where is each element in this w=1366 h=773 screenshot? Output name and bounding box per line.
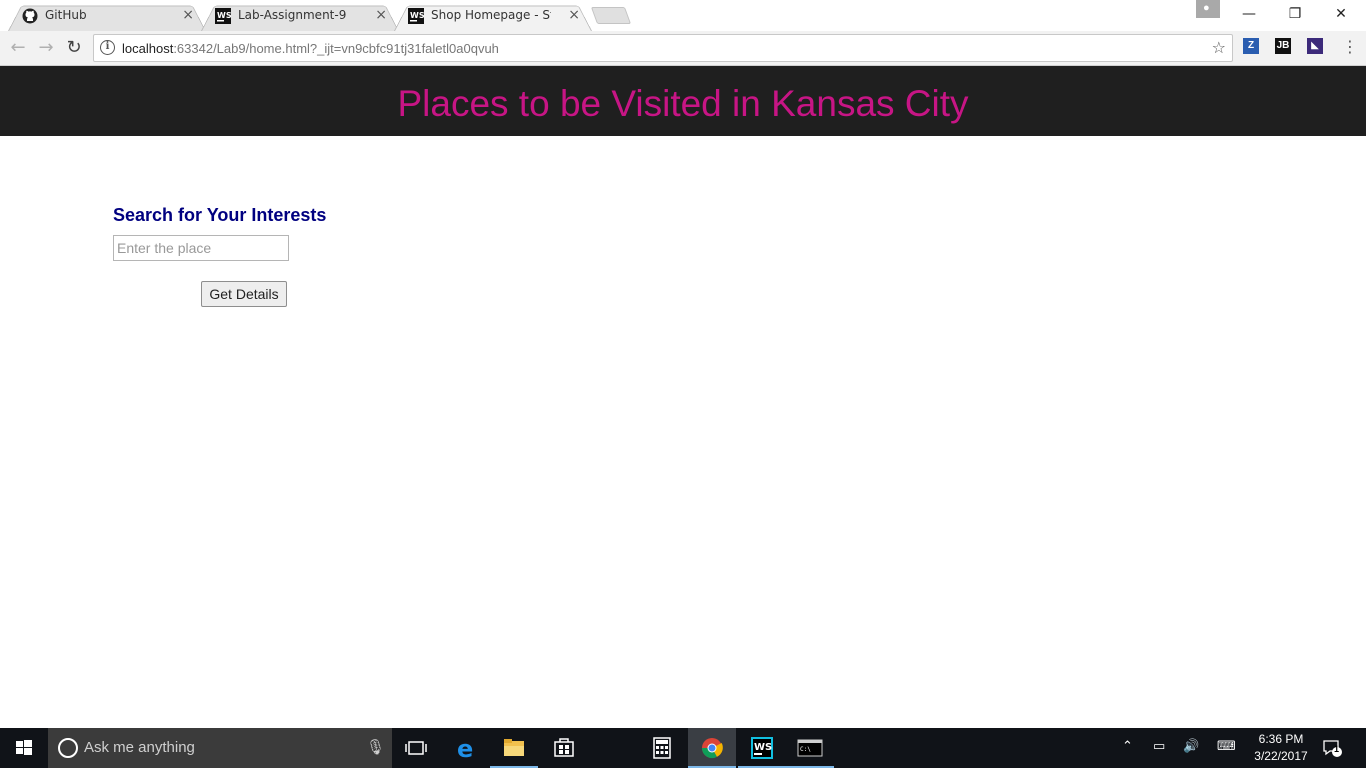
back-arrow-icon[interactable]: ←: [7, 37, 29, 59]
close-tab-icon[interactable]: ×: [182, 7, 194, 23]
extension-icon[interactable]: ◣: [1307, 38, 1323, 54]
folder-icon: [504, 739, 524, 756]
browser-toolbar: ← → ↻ i localhost:63342/Lab9/home.html?_…: [0, 31, 1366, 66]
tab-strip: GitHub × WS Lab-Assignment-9 × WS Shop H…: [0, 0, 1366, 32]
system-clock[interactable]: 6:36 PM 3/22/2017: [1250, 731, 1312, 765]
search-heading: Search for Your Interests: [113, 205, 327, 225]
chevron-up-icon[interactable]: ⌃: [1122, 739, 1133, 754]
chrome-icon: [701, 738, 723, 759]
jetbrains-extension-icon[interactable]: JB: [1275, 38, 1291, 54]
maximize-button[interactable]: ❐: [1272, 0, 1318, 30]
address-bar[interactable]: i localhost:63342/Lab9/home.html?_ijt=vn…: [93, 34, 1233, 62]
action-center-button[interactable]: 1: [1322, 738, 1342, 758]
clock-date: 3/22/2017: [1254, 749, 1308, 763]
close-tab-icon[interactable]: ×: [568, 7, 580, 23]
tab-lab-assignment[interactable]: WS Lab-Assignment-9 ×: [201, 1, 399, 32]
windows-icon: [16, 740, 32, 755]
place-search-input[interactable]: [113, 235, 289, 261]
svg-text:WS: WS: [410, 11, 424, 20]
minimize-button[interactable]: —: [1226, 0, 1272, 30]
page-header: Places to be Visited in Kansas City: [0, 66, 1366, 136]
svg-text:e: e: [457, 735, 473, 763]
store-icon: [554, 738, 574, 757]
svg-text:C:\: C:\: [800, 746, 811, 753]
menu-dots-icon[interactable]: ⋮: [1342, 37, 1358, 56]
terminal-icon: C:\: [797, 739, 823, 757]
zotero-extension-icon[interactable]: Z: [1243, 38, 1259, 54]
webstorm-button[interactable]: WS: [738, 728, 786, 768]
tab-shop-homepage[interactable]: WS Shop Homepage - Start B ×: [394, 1, 592, 32]
tab-title: Lab-Assignment-9: [238, 8, 347, 22]
store-button[interactable]: [540, 728, 588, 768]
info-icon[interactable]: i: [100, 40, 115, 55]
bookmark-star-icon[interactable]: ☆: [1212, 38, 1226, 57]
forward-arrow-icon[interactable]: →: [35, 37, 57, 59]
url-text[interactable]: localhost:63342/Lab9/home.html?_ijt=vn9c…: [122, 41, 499, 56]
close-window-button[interactable]: ✕: [1318, 0, 1364, 30]
cortana-search-box[interactable]: Ask me anything 🎙: [48, 728, 392, 768]
search-placeholder: Ask me anything: [84, 739, 195, 756]
svg-text:WS: WS: [217, 11, 231, 20]
url-path: :63342/Lab9/home.html?_ijt=vn9cbfc91tj31…: [173, 41, 499, 56]
webstorm-icon: WS: [215, 8, 231, 24]
microphone-icon[interactable]: 🎙: [366, 738, 385, 756]
task-view-icon: [405, 741, 427, 755]
url-host: localhost: [122, 41, 174, 56]
get-details-button[interactable]: Get Details: [201, 281, 287, 307]
battery-icon[interactable]: ▭: [1153, 739, 1165, 754]
calculator-icon: [653, 737, 671, 759]
keyboard-icon[interactable]: ⌨: [1217, 739, 1236, 754]
taskbar: Ask me anything 🎙 e WS C:\ ⌃ ▭ 🔊 ⌨ 6:36 …: [0, 728, 1366, 768]
command-prompt-button[interactable]: C:\: [786, 728, 834, 768]
file-explorer-button[interactable]: [490, 728, 538, 768]
notification-count: 1: [1334, 744, 1340, 754]
edge-button[interactable]: e: [444, 728, 492, 768]
tab-title: GitHub: [45, 8, 87, 22]
new-tab-button[interactable]: [590, 7, 632, 24]
close-tab-icon[interactable]: ×: [375, 7, 387, 23]
person-icon: ●: [1203, 2, 1210, 14]
profile-button[interactable]: ●: [1196, 0, 1220, 18]
webstorm-icon: WS: [408, 8, 424, 24]
cortana-icon: [58, 738, 78, 758]
tab-title: Shop Homepage - Start B: [431, 8, 551, 22]
task-view-button[interactable]: [392, 728, 440, 768]
start-button[interactable]: [0, 728, 48, 768]
calculator-button[interactable]: [638, 728, 686, 768]
clock-time: 6:36 PM: [1258, 732, 1304, 746]
reload-icon[interactable]: ↻: [63, 37, 85, 59]
tab-github[interactable]: GitHub ×: [8, 1, 206, 32]
page-title: Places to be Visited in Kansas City: [397, 83, 969, 124]
webstorm-icon: WS: [751, 737, 773, 759]
github-icon: [22, 8, 38, 24]
edge-icon: e: [457, 735, 473, 763]
svg-text:WS: WS: [754, 742, 772, 753]
chrome-button[interactable]: [688, 728, 736, 768]
volume-icon[interactable]: 🔊: [1183, 739, 1199, 754]
